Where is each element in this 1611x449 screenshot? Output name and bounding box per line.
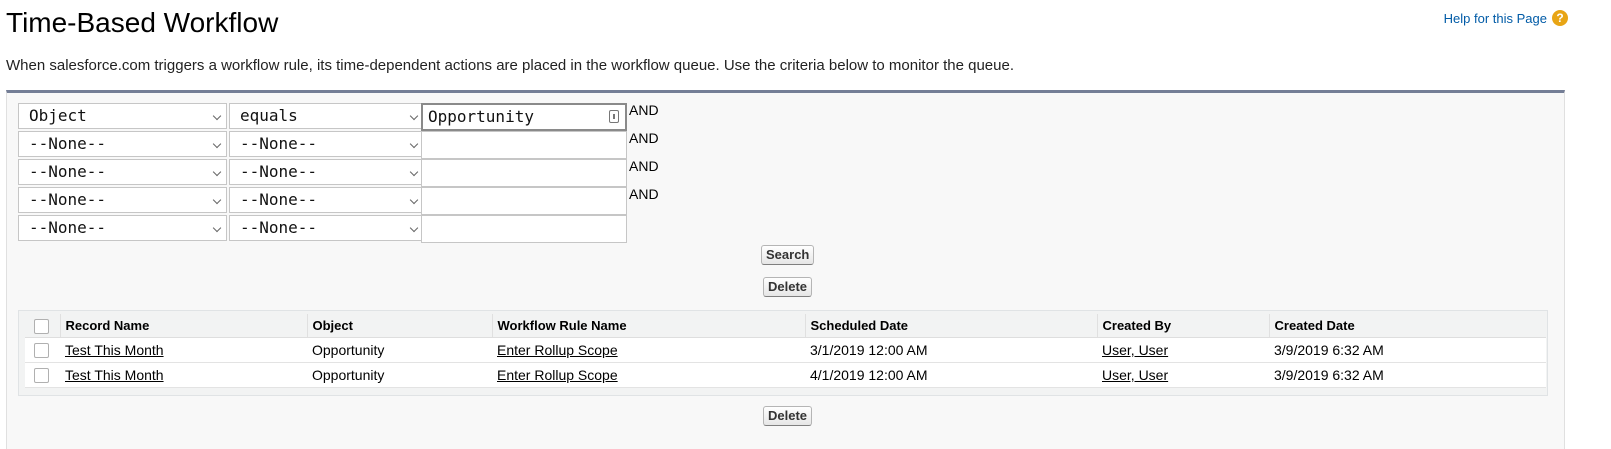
row-checkbox[interactable]: [34, 368, 49, 384]
search-button[interactable]: Search: [761, 245, 815, 265]
value-input[interactable]: [421, 215, 627, 243]
field-select[interactable]: --None--: [18, 187, 227, 213]
object-cell: Opportunity: [307, 337, 492, 363]
record-name-cell: Test This Month: [60, 337, 307, 363]
chevron-down-icon: [212, 139, 222, 149]
delete-button[interactable]: Delete: [763, 277, 813, 297]
value-input-text: Opportunity: [428, 107, 534, 126]
value-input[interactable]: [421, 159, 627, 187]
help-link[interactable]: Help for this Page ?: [1444, 10, 1568, 26]
select-all-header: [25, 314, 60, 338]
column-header[interactable]: Created By: [1096, 314, 1269, 338]
and-connector: AND: [629, 130, 659, 146]
operator-select[interactable]: --None--: [229, 187, 424, 213]
results-table: Record Name Object Workflow Rule Name Sc…: [25, 314, 1546, 388]
operator-select[interactable]: --None--: [229, 215, 424, 241]
and-connector: AND: [629, 158, 659, 174]
page-title: Time-Based Workflow: [6, 7, 279, 38]
field-select-value: --None--: [29, 162, 107, 181]
operator-select-value: equals: [240, 106, 298, 125]
record-name-link[interactable]: Test This Month: [65, 367, 164, 383]
table-header-row: Record Name Object Workflow Rule Name Sc…: [25, 314, 1546, 338]
created-by-cell: User, User: [1097, 337, 1269, 363]
chevron-down-icon: [409, 139, 419, 149]
chevron-down-icon: [409, 195, 419, 205]
delete-button-bottom[interactable]: Delete: [763, 406, 813, 426]
page-description: When salesforce.com triggers a workflow …: [6, 57, 1015, 74]
chevron-down-icon: [212, 167, 222, 177]
value-input[interactable]: [421, 187, 627, 215]
row-select-cell: [25, 362, 60, 388]
chevron-down-icon: [212, 111, 222, 121]
chevron-down-icon: [212, 223, 222, 233]
operator-select-value: --None--: [240, 190, 318, 209]
scheduled-date-cell: 4/1/2019 12:00 AM: [805, 362, 1097, 388]
column-header[interactable]: Record Name: [59, 314, 307, 338]
workflow-rule-link[interactable]: Enter Rollup Scope: [497, 342, 618, 358]
and-connector: AND: [629, 186, 659, 202]
workflow-rule-cell: Enter Rollup Scope: [492, 362, 805, 388]
value-input[interactable]: Opportunity: [421, 103, 627, 131]
created-by-cell: User, User: [1097, 362, 1269, 388]
lookup-icon[interactable]: [609, 110, 619, 123]
column-header[interactable]: Workflow Rule Name: [491, 314, 805, 338]
created-by-link[interactable]: User, User: [1102, 342, 1168, 358]
value-input[interactable]: [421, 131, 627, 159]
field-select[interactable]: --None--: [18, 131, 227, 157]
created-by-link[interactable]: User, User: [1102, 367, 1168, 383]
row-checkbox[interactable]: [34, 343, 49, 359]
column-header[interactable]: Object: [306, 314, 492, 338]
workflow-rule-link[interactable]: Enter Rollup Scope: [497, 367, 618, 383]
column-header[interactable]: Created Date: [1268, 314, 1546, 338]
operator-select-value: --None--: [240, 162, 318, 181]
scheduled-date-cell: 3/1/2019 12:00 AM: [805, 337, 1097, 363]
chevron-down-icon: [409, 111, 419, 121]
field-select-value: Object: [29, 106, 87, 125]
filter-panel: Object equals Opportunity AND --None-- -…: [6, 90, 1565, 449]
field-select[interactable]: Object: [18, 103, 227, 129]
workflow-rule-cell: Enter Rollup Scope: [492, 337, 805, 363]
operator-select[interactable]: --None--: [229, 131, 424, 157]
field-select-value: --None--: [29, 134, 107, 153]
table-row: Test This Month Opportunity Enter Rollup…: [25, 362, 1546, 388]
operator-select[interactable]: --None--: [229, 159, 424, 185]
select-all-checkbox[interactable]: [34, 318, 49, 334]
record-name-cell: Test This Month: [60, 362, 307, 388]
chevron-down-icon: [409, 167, 419, 177]
field-select[interactable]: --None--: [18, 159, 227, 185]
help-icon[interactable]: ?: [1552, 10, 1568, 26]
operator-select[interactable]: equals: [229, 103, 424, 129]
help-link-label[interactable]: Help for this Page: [1444, 11, 1547, 26]
field-select-value: --None--: [29, 190, 107, 209]
record-name-link[interactable]: Test This Month: [65, 342, 164, 358]
object-cell: Opportunity: [307, 362, 492, 388]
chevron-down-icon: [409, 223, 419, 233]
operator-select-value: --None--: [240, 218, 318, 237]
created-date-cell: 3/9/2019 6:32 AM: [1269, 337, 1546, 363]
and-connector: AND: [629, 102, 659, 118]
field-select[interactable]: --None--: [18, 215, 227, 241]
results-table-container: Record Name Object Workflow Rule Name Sc…: [18, 310, 1548, 396]
table-row: Test This Month Opportunity Enter Rollup…: [25, 337, 1546, 363]
created-date-cell: 3/9/2019 6:32 AM: [1269, 362, 1546, 388]
chevron-down-icon: [212, 195, 222, 205]
column-header[interactable]: Scheduled Date: [804, 314, 1097, 338]
row-select-cell: [25, 337, 60, 363]
field-select-value: --None--: [29, 218, 107, 237]
operator-select-value: --None--: [240, 134, 318, 153]
